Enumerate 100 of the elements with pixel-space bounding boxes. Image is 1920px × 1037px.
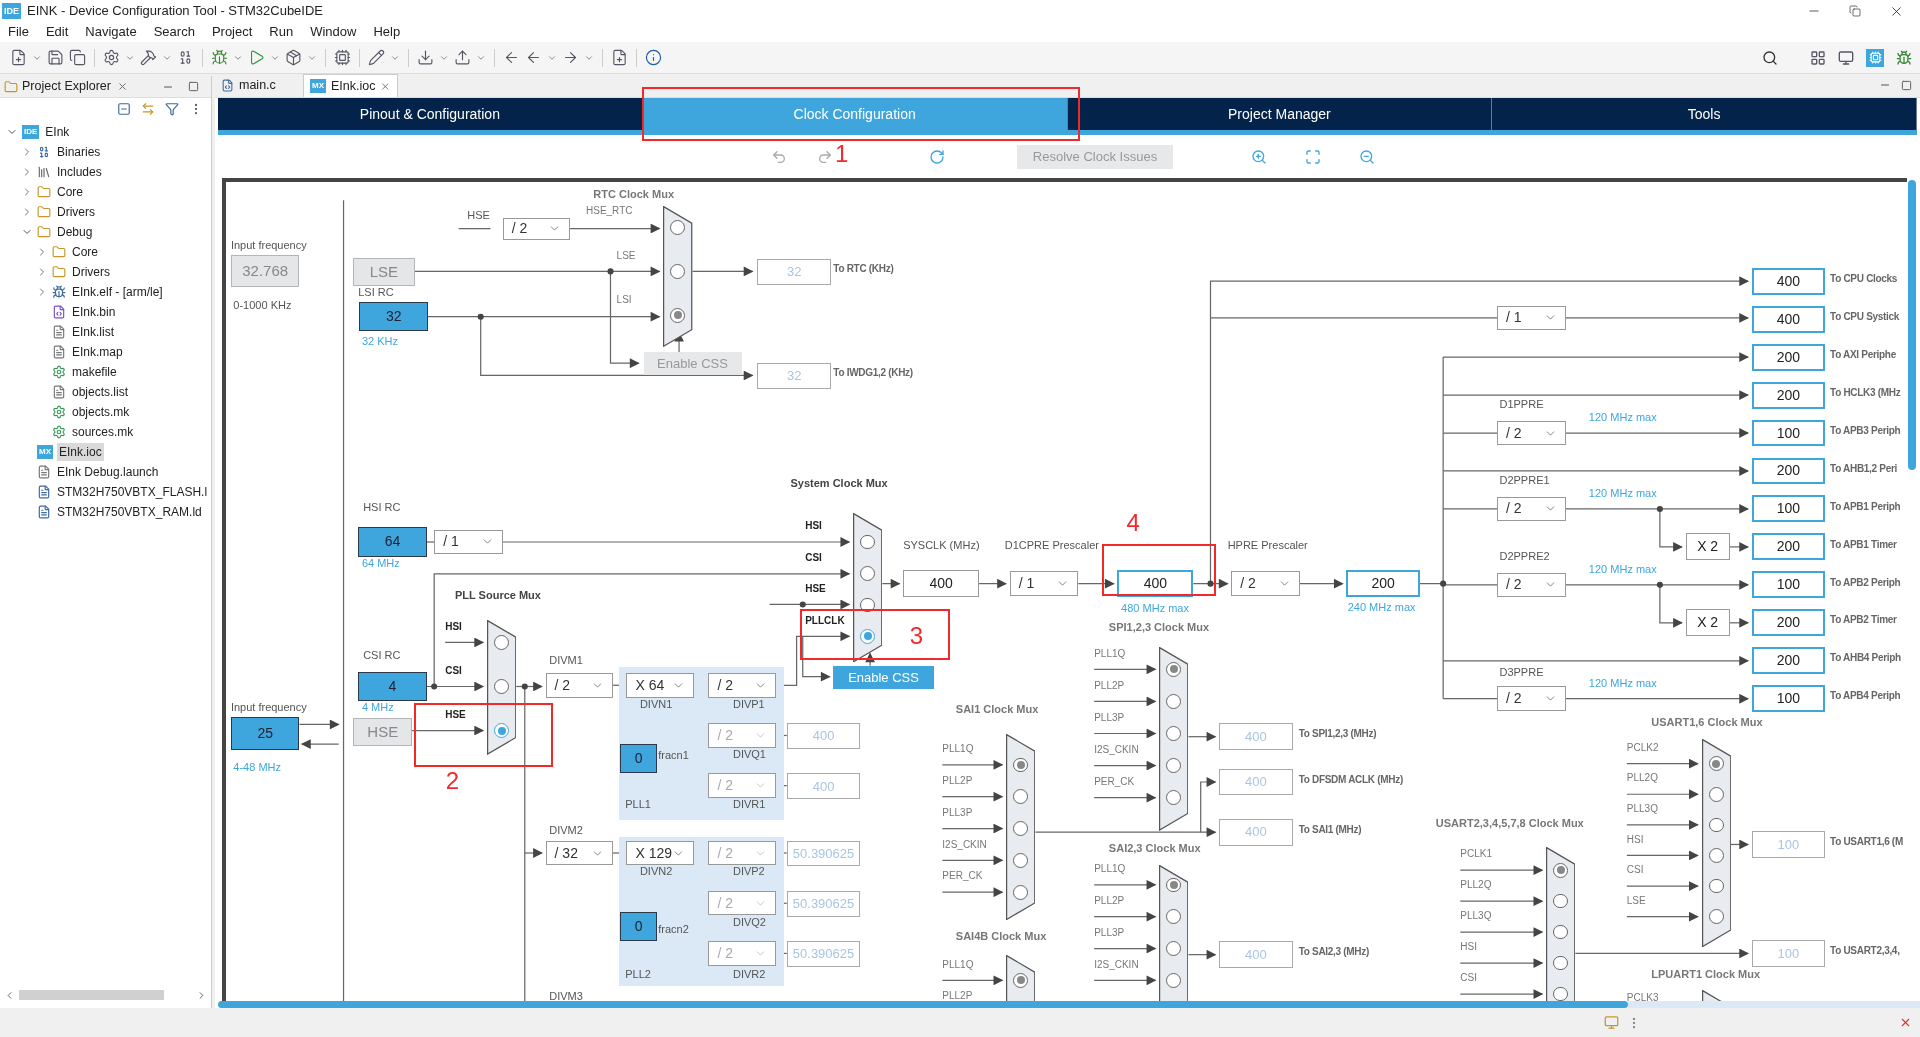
zoom-in-icon[interactable] [1251,148,1267,165]
gear-icon[interactable] [103,49,120,66]
frequency-output[interactable]: 200 [1751,609,1826,637]
frequency-input[interactable]: 64 [358,527,427,557]
redo-icon[interactable] [817,148,833,165]
debug-perspective-icon[interactable] [1896,49,1912,66]
frequency-output[interactable]: 100 [1751,419,1826,447]
tree-item[interactable]: Binaries [55,143,103,161]
tree-item[interactable]: objects.mk [70,403,132,421]
prescaler-dropdown[interactable]: / 32 [545,840,613,866]
tree-item[interactable]: Debug [55,223,95,241]
frequency-output[interactable]: 100 [1751,685,1826,713]
maximize-icon[interactable] [188,81,199,92]
tree-item[interactable]: Core [55,183,85,201]
back-icon[interactable] [503,49,520,66]
frequency-output[interactable]: 200 [1346,570,1420,598]
menu-item[interactable]: Help [373,22,401,42]
tree-item[interactable]: EInk Debug.launch [55,463,161,481]
info-icon[interactable] [645,49,662,66]
tree-item[interactable]: EInk.map [70,343,125,361]
undo-icon[interactable] [771,148,787,165]
tree-item[interactable]: sources.mk [70,423,136,441]
tree-item[interactable]: makefile [70,363,119,381]
pencil-icon[interactable] [368,49,385,66]
prescaler-dropdown[interactable]: / 1 [1497,305,1566,331]
frequency-input[interactable]: 0 [620,744,657,774]
prescaler-dropdown[interactable]: / 2 [1231,571,1300,596]
horizontal-scrollbar[interactable] [218,1001,1628,1008]
new-file-icon[interactable] [10,49,27,66]
refresh-icon[interactable] [929,148,945,165]
open-file-icon[interactable] [611,49,628,66]
prescaler-dropdown[interactable]: / 1 [434,529,503,555]
radio-button[interactable] [494,723,509,738]
link-icon[interactable] [141,102,155,116]
frequency-output[interactable]: 100 [1751,495,1826,523]
prescaler-dropdown[interactable]: / 2 [1497,686,1566,711]
tree-item[interactable]: Drivers [70,263,112,281]
package-icon[interactable] [285,49,302,66]
forward-icon[interactable] [562,49,579,66]
menu-item[interactable]: Window [310,22,357,42]
collapse-all-icon[interactable] [117,102,131,116]
radio-button[interactable] [860,566,875,581]
prescaler-dropdown[interactable]: / 1 [1009,571,1079,596]
tree-item[interactable]: EInk.elf - [arm/le] [70,283,165,301]
frequency-output[interactable]: 200 [1751,647,1826,675]
frequency-output[interactable]: 200 [1751,343,1826,371]
back-icon[interactable] [525,49,542,66]
frequency-input[interactable]: 0 [620,911,657,942]
frequency-input[interactable]: 32 [359,302,429,332]
frequency-output[interactable]: 400 [1751,267,1826,295]
prescaler-dropdown[interactable]: / 2 [1497,572,1566,598]
menu-item[interactable]: Edit [45,22,69,42]
menu-item[interactable]: Search [153,22,195,42]
frequency-input[interactable]: 4 [358,671,427,702]
restore-icon[interactable] [1849,5,1861,17]
editor-tab[interactable]: MX EInk.ioc [303,74,398,97]
frequency-output[interactable]: 100 [1751,571,1826,599]
frequency-output[interactable]: 200 [1751,457,1826,485]
status-icon[interactable] [1604,1015,1619,1030]
menu-item[interactable]: File [8,22,29,42]
menu-item[interactable]: Project [211,22,253,42]
frequency-output[interactable]: 400 [1751,305,1826,333]
vertical-scrollbar[interactable] [1908,180,1916,470]
frequency-input[interactable]: 25 [230,717,300,751]
tree-item[interactable]: STM32H750VBTX_FLASH.l [55,483,210,501]
tree-item[interactable]: EInk.bin [70,303,118,321]
save-all-icon[interactable] [69,49,86,66]
save-icon[interactable] [47,49,64,66]
download-icon[interactable] [417,49,434,66]
frequency-output[interactable]: 200 [1751,533,1826,561]
radio-button[interactable] [860,629,875,644]
zoom-out-icon[interactable] [1359,148,1375,165]
chip-icon[interactable] [334,49,351,66]
frequency-output[interactable]: 200 [1751,381,1826,409]
upload-icon[interactable] [454,49,471,66]
radio-button[interactable] [494,635,509,650]
fit-icon[interactable] [1305,148,1321,165]
horizontal-scrollbar[interactable] [19,990,164,1000]
tree-item[interactable]: EInk [43,123,72,141]
filter-icon[interactable] [165,102,179,116]
hammer-icon[interactable] [140,49,157,66]
monitor-icon[interactable] [1838,49,1854,66]
editor-tab[interactable]: main.c [215,74,303,97]
mx-perspective-icon[interactable] [1866,48,1884,67]
search-icon[interactable] [1762,49,1778,66]
perspective-icon[interactable] [1810,49,1826,66]
run-icon[interactable] [248,49,265,66]
tree-item[interactable]: Drivers [55,203,97,221]
tree-item[interactable]: objects.list [70,383,131,401]
prescaler-dropdown[interactable]: / 2 [545,673,613,698]
tree-item[interactable]: EInk.ioc [57,443,104,461]
radio-button[interactable] [494,679,509,694]
frequency-output[interactable]: 400 [1117,570,1194,598]
prescaler-dropdown[interactable]: / 2 [1497,496,1566,522]
prescaler-dropdown[interactable]: X 64 [626,673,694,698]
prescaler-dropdown[interactable]: / 2 [502,217,571,240]
tree-item[interactable]: Includes [55,163,104,181]
tree-item[interactable]: Core [70,243,100,261]
menu-item[interactable]: Navigate [85,22,137,42]
prescaler-dropdown[interactable]: / 2 [1497,420,1566,446]
